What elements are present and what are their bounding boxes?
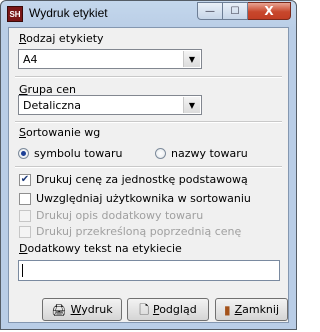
checkbox-label: Drukuj przekreśloną poprzednią cenę: [36, 225, 242, 238]
chevron-down-icon[interactable]: ▼: [183, 97, 200, 113]
radio-button[interactable]: [155, 148, 166, 159]
sortowanie-label: Sortowanie wg: [19, 126, 101, 139]
radio-label: symbolu towaru: [34, 147, 123, 160]
radio-button-selected[interactable]: [18, 148, 29, 159]
radio-label: nazwy towaru: [171, 147, 248, 160]
checkbox-disabled: [19, 225, 31, 238]
rodzaj-etykiety-label: Rodzaj etykiety: [19, 32, 104, 45]
preview-icon: 🗋: [139, 302, 149, 317]
close-button[interactable]: X: [248, 2, 291, 20]
maximize-button[interactable]: ☐: [223, 2, 248, 20]
checkbox-drukuj-przekreslona: Drukuj przekreśloną poprzednią cenę: [19, 225, 241, 238]
radio-nazwy-towaru[interactable]: nazwy towaru: [155, 147, 248, 160]
wydruk-label: Wydruk: [70, 303, 113, 316]
minimize-button[interactable]: —: [197, 2, 223, 20]
checkbox-label: Drukuj opis dodatkowy towaru: [36, 209, 204, 222]
grupa-cen-value: Detaliczna: [23, 99, 81, 112]
rodzaj-etykiety-select[interactable]: A4 ▼: [18, 49, 202, 69]
divider: [15, 76, 282, 78]
checkbox-drukuj-cene[interactable]: ✔ Drukuj cenę za jednostkę podstawową: [19, 173, 248, 186]
title-bar[interactable]: SH Wydruk etykiet — ☐ X: [1, 1, 296, 27]
zamknij-label: Zamknij: [234, 303, 280, 316]
radio-symbolu-towaru[interactable]: symbolu towaru: [18, 147, 122, 160]
zamknij-button[interactable]: ▮ Zamknij: [215, 298, 288, 321]
printer-icon: 🖨: [51, 302, 67, 317]
checkbox-checked[interactable]: ✔: [19, 173, 31, 186]
checkbox-label: Uwzględniaj użytkownika w sortowaniu: [36, 192, 251, 205]
checkbox-label: Drukuj cenę za jednostkę podstawową: [36, 173, 248, 186]
podglad-button[interactable]: 🗋 Podgląd: [127, 298, 209, 321]
app-icon: SH: [7, 6, 23, 22]
wydruk-button[interactable]: 🖨 Wydruk: [42, 298, 122, 321]
rodzaj-etykiety-value: A4: [23, 53, 38, 66]
window-title: Wydruk etykiet: [29, 6, 108, 20]
divider: [15, 166, 282, 168]
checkbox-disabled: [19, 209, 31, 222]
divider: [15, 121, 282, 123]
text-caret: [22, 264, 23, 277]
checkbox-drukuj-opis: Drukuj opis dodatkowy towaru: [19, 209, 203, 222]
dodatkowy-tekst-label: Dodatkowy tekst na etykiecie: [19, 242, 182, 255]
caption-buttons: — ☐ X: [197, 2, 291, 20]
dialog-window: SH Wydruk etykiet — ☐ X Rodzaj etykiety …: [0, 0, 297, 330]
dialog-client: Rodzaj etykiety A4 ▼ Grupa cen Detaliczn…: [8, 27, 289, 323]
exit-door-icon: ▮: [223, 302, 231, 317]
grupa-cen-select[interactable]: Detaliczna ▼: [18, 95, 202, 115]
checkbox-uwzgledniaj-uzytkownika[interactable]: Uwzględniaj użytkownika w sortowaniu: [19, 192, 251, 205]
checkbox[interactable]: [19, 192, 31, 205]
podglad-label: Podgląd: [152, 303, 197, 316]
dodatkowy-tekst-input[interactable]: [18, 260, 280, 281]
chevron-down-icon[interactable]: ▼: [183, 51, 200, 67]
